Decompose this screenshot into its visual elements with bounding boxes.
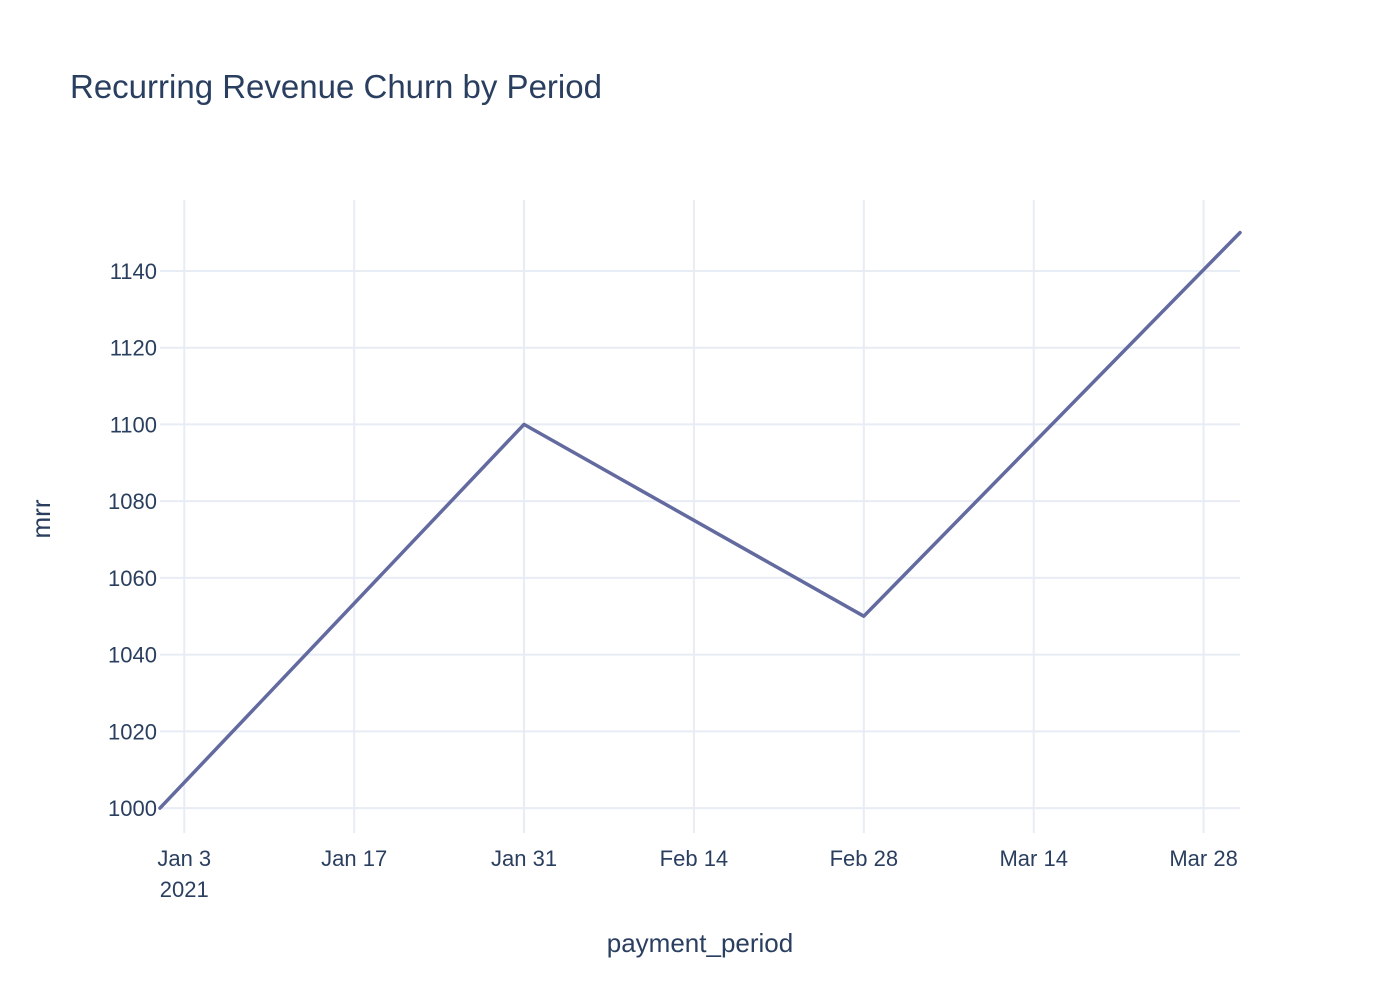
x-tick-label: Jan 31 — [491, 846, 557, 871]
y-tick-label: 1140 — [110, 259, 157, 284]
y-tick-label: 1020 — [108, 719, 157, 744]
x-tick-year-label: 2021 — [160, 877, 209, 902]
series-line — [158, 230, 1242, 810]
x-axis-ticks: Jan 3 2021 Jan 17 Jan 31 Feb 14 Feb 28 Mar 14 M… — [157, 846, 1237, 902]
x-tick-label: Mar 28 — [1169, 846, 1237, 871]
grid-lines — [160, 200, 1240, 833]
x-tick-label: Jan 17 — [321, 846, 387, 871]
y-axis-title: mrr — [26, 499, 56, 538]
y-tick-label: 1100 — [110, 412, 157, 437]
line-chart: 1000 1020 1040 1060 1080 1100 1120 1140 Jan 3 20… — [26, 200, 1242, 958]
y-tick-label: 1000 — [108, 796, 157, 821]
y-axis-ticks: 1000 1020 1040 1060 1080 1100 1120 1140 — [108, 259, 157, 821]
y-tick-label: 1060 — [108, 566, 157, 591]
x-tick-label: Jan 3 — [157, 846, 211, 871]
x-tick-label: Mar 14 — [999, 846, 1067, 871]
y-tick-label: 1040 — [108, 643, 157, 668]
series-group — [158, 230, 1242, 810]
x-tick-label: Feb 28 — [830, 846, 899, 871]
x-tick-label: Feb 14 — [660, 846, 729, 871]
y-tick-label: 1120 — [110, 336, 157, 361]
y-tick-label: 1080 — [108, 489, 157, 514]
x-axis-title: payment_period — [607, 928, 793, 958]
